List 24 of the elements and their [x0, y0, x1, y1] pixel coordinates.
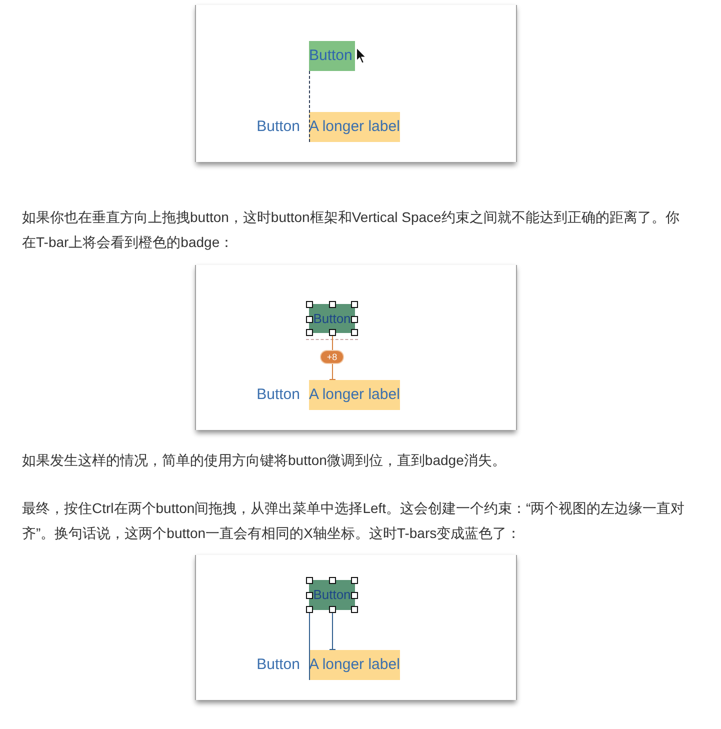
dashed-guide-line [306, 339, 358, 340]
paragraph: 最终，按住Ctrl在两个button间拖拽，从弹出菜单中选择Left。这会创建一个约束：“两个视图的左边缘一直对齐”。换句话说，这两个button一直会有相同的X轴坐标。这时T-bars变成蓝色了： [22, 499, 686, 543]
resize-handle-icon [329, 301, 336, 308]
long-label: A longer label [309, 650, 400, 680]
long-label: A longer label [309, 380, 400, 410]
resize-handle-icon [329, 329, 336, 336]
side-label: Button [256, 117, 300, 137]
long-label: A longer label [309, 112, 400, 142]
resize-handle-icon [306, 577, 313, 584]
side-label: Button [256, 655, 300, 675]
guide-line [309, 71, 310, 142]
resize-handle-icon [351, 301, 358, 308]
resize-handle-icon [329, 606, 336, 613]
constraint-line [329, 333, 336, 380]
constraint-badge: +8 [321, 351, 343, 363]
side-label: Button [256, 385, 300, 405]
paragraph: 如果发生这样的情况，简单的使用方向键将button微调到位，直到badge消失。 [22, 451, 507, 470]
paragraph: 如果你也在垂直方向上拖拽button，这时button框架和Vertical Space约束之间就不能达到正确的距离了。你在T-bar上将会看到橙色的badge： [22, 208, 680, 252]
resize-handle-icon [306, 301, 313, 308]
constraint-line [309, 610, 310, 680]
constraint-line [329, 610, 336, 650]
resize-handle-icon [329, 577, 336, 584]
canvas-button[interactable]: Button [309, 41, 355, 71]
resize-handle-icon [351, 577, 358, 584]
